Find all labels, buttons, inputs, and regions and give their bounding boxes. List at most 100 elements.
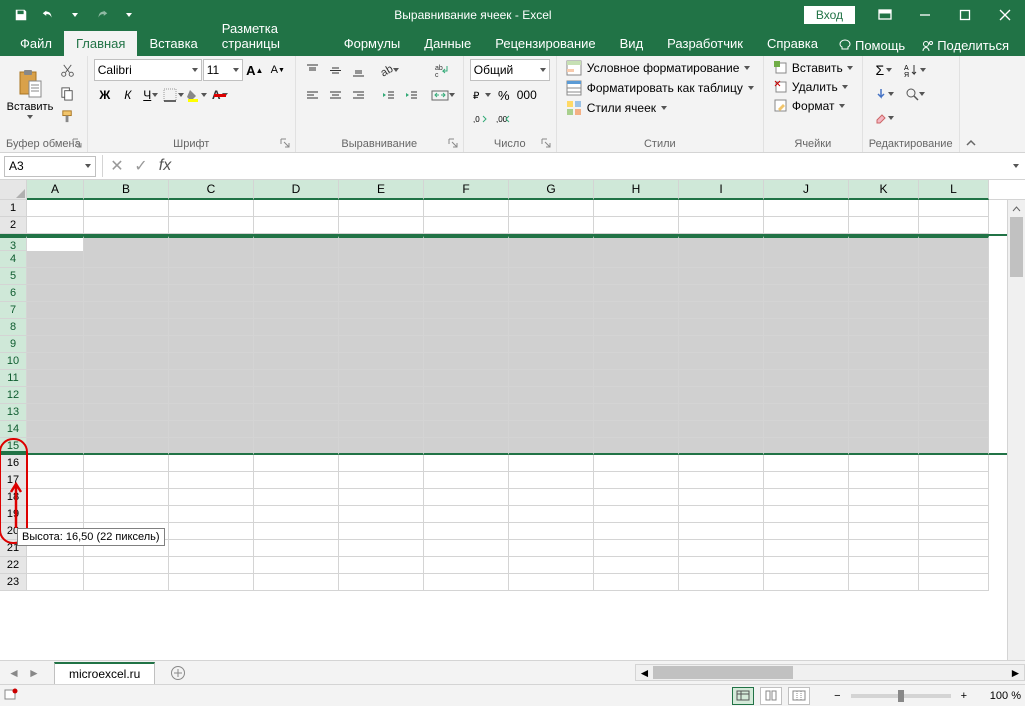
cell[interactable] xyxy=(84,268,169,285)
cell[interactable] xyxy=(509,200,594,217)
cell[interactable] xyxy=(254,489,339,506)
cell[interactable] xyxy=(169,472,254,489)
cell[interactable] xyxy=(509,404,594,421)
row-header[interactable]: 7 xyxy=(0,302,27,319)
cell[interactable] xyxy=(594,455,679,472)
cell[interactable] xyxy=(849,353,919,370)
font-size-combo[interactable]: 11 xyxy=(203,59,243,81)
row-header[interactable]: 1 xyxy=(0,200,27,217)
row-header[interactable]: 14 xyxy=(0,421,27,438)
cell[interactable] xyxy=(424,438,509,455)
cell[interactable] xyxy=(919,336,989,353)
cell[interactable] xyxy=(849,251,919,268)
cell[interactable] xyxy=(679,540,764,557)
increase-decimal-button[interactable]: ,0 xyxy=(470,109,492,131)
cell[interactable] xyxy=(339,370,424,387)
cell[interactable] xyxy=(679,472,764,489)
tab-справка[interactable]: Справка xyxy=(755,31,830,56)
cell[interactable] xyxy=(849,472,919,489)
copy-button[interactable] xyxy=(56,82,78,104)
cell[interactable] xyxy=(849,455,919,472)
row-header[interactable]: 4 xyxy=(0,251,27,268)
row-header[interactable]: 12 xyxy=(0,387,27,404)
cell[interactable] xyxy=(254,285,339,302)
merge-button[interactable] xyxy=(429,84,457,106)
cell[interactable] xyxy=(679,489,764,506)
align-middle-button[interactable] xyxy=(325,59,347,81)
italic-button[interactable]: К xyxy=(117,84,139,106)
comma-button[interactable]: 000 xyxy=(516,84,538,106)
cell[interactable] xyxy=(169,438,254,455)
cell[interactable] xyxy=(679,574,764,591)
cell[interactable] xyxy=(679,217,764,234)
collapse-ribbon-button[interactable] xyxy=(960,56,982,152)
cell[interactable] xyxy=(27,217,84,234)
cell[interactable] xyxy=(27,421,84,438)
cell[interactable] xyxy=(764,540,849,557)
cell[interactable] xyxy=(594,489,679,506)
cell[interactable] xyxy=(919,557,989,574)
align-right-button[interactable] xyxy=(348,84,370,106)
tab-вставка[interactable]: Вставка xyxy=(137,31,209,56)
sheet-nav-prev[interactable]: ◄ xyxy=(4,663,24,683)
cell[interactable] xyxy=(849,268,919,285)
cell[interactable] xyxy=(764,455,849,472)
cell[interactable] xyxy=(339,336,424,353)
cell[interactable] xyxy=(84,387,169,404)
cell[interactable] xyxy=(594,557,679,574)
cell[interactable] xyxy=(339,285,424,302)
cell[interactable] xyxy=(254,523,339,540)
cell[interactable] xyxy=(339,251,424,268)
qat-customize[interactable] xyxy=(116,3,142,27)
vertical-scrollbar[interactable] xyxy=(1007,200,1025,660)
cell[interactable] xyxy=(169,302,254,319)
cell[interactable] xyxy=(424,370,509,387)
zoom-level[interactable]: 100 % xyxy=(977,690,1021,702)
row-header[interactable]: 10 xyxy=(0,353,27,370)
cell[interactable] xyxy=(764,336,849,353)
cell[interactable] xyxy=(339,540,424,557)
cell[interactable] xyxy=(254,319,339,336)
row-header[interactable]: 5 xyxy=(0,268,27,285)
cell[interactable] xyxy=(594,217,679,234)
column-header[interactable]: D xyxy=(254,180,339,200)
cell[interactable] xyxy=(254,438,339,455)
cell[interactable] xyxy=(339,387,424,404)
cell[interactable] xyxy=(919,438,989,455)
cell[interactable] xyxy=(27,336,84,353)
decrease-indent-button[interactable] xyxy=(378,84,400,106)
cell[interactable] xyxy=(27,251,84,268)
cell[interactable] xyxy=(764,404,849,421)
tab-формулы[interactable]: Формулы xyxy=(332,31,413,56)
scroll-left-button[interactable]: ◄ xyxy=(636,665,653,680)
cell[interactable] xyxy=(84,489,169,506)
cell[interactable] xyxy=(84,438,169,455)
cell[interactable] xyxy=(594,404,679,421)
cell[interactable] xyxy=(254,506,339,523)
cell[interactable] xyxy=(764,489,849,506)
cell[interactable] xyxy=(254,455,339,472)
cell[interactable] xyxy=(509,455,594,472)
column-header[interactable]: E xyxy=(339,180,424,200)
percent-button[interactable]: % xyxy=(493,84,515,106)
cell[interactable] xyxy=(424,200,509,217)
share-button[interactable]: Поделиться xyxy=(913,35,1017,56)
column-header[interactable]: K xyxy=(849,180,919,200)
cell[interactable] xyxy=(919,506,989,523)
column-header[interactable]: F xyxy=(424,180,509,200)
cell[interactable] xyxy=(919,302,989,319)
cell[interactable] xyxy=(679,438,764,455)
formula-input[interactable] xyxy=(177,156,1007,177)
cell[interactable] xyxy=(919,285,989,302)
fill-color-button[interactable] xyxy=(186,84,208,106)
cell[interactable] xyxy=(254,268,339,285)
cell[interactable] xyxy=(254,353,339,370)
cell[interactable] xyxy=(594,387,679,404)
cell[interactable] xyxy=(764,268,849,285)
cell[interactable] xyxy=(849,302,919,319)
row-header[interactable]: 3 xyxy=(0,236,27,251)
cell[interactable] xyxy=(764,472,849,489)
cell[interactable] xyxy=(169,506,254,523)
cell[interactable] xyxy=(169,523,254,540)
number-format-combo[interactable]: Общий xyxy=(470,59,550,81)
